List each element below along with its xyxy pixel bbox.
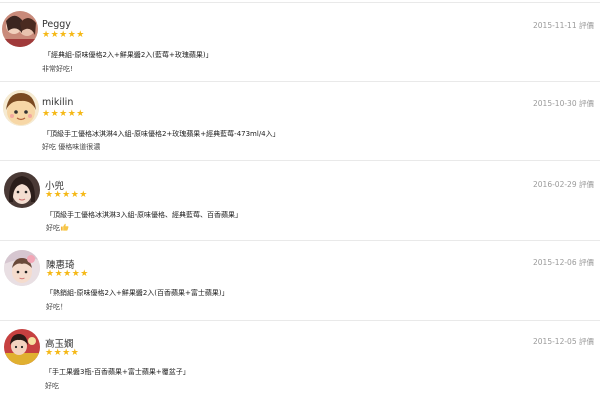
rating-stars: ★★★★★ xyxy=(42,30,85,40)
avatar[interactable] xyxy=(4,329,40,365)
review-comment-row: 好吃 xyxy=(46,223,69,233)
rating-stars: ★★★★★ xyxy=(45,190,88,200)
review-date: 2015-10-30 評價 xyxy=(533,99,594,108)
rating-stars: ★★★★ xyxy=(45,348,80,358)
review-comment: 好吃 xyxy=(45,382,59,390)
review-date: 2015-12-05 評價 xyxy=(533,337,594,346)
thumbs-up-icon xyxy=(60,223,69,231)
rating-stars: ★★★★★ xyxy=(46,269,89,279)
review-item: 高玉嫺 ★★★★ 2015-12-05 評價 「手工果醬3瓶-百香蘋果+富士蘋果… xyxy=(0,320,600,399)
review-date: 2015-11-11 評價 xyxy=(533,21,594,30)
review-item: 陳惠琦 ★★★★★ 2015-12-06 評價 「熱銷組-原味優格2入+鮮果醬2… xyxy=(0,240,600,319)
reviewer-name: mikilin xyxy=(42,97,74,108)
review-comment: 好吃 xyxy=(46,224,60,232)
product-name: 「手工果醬3瓶-百香蘋果+富士蘋果+覆盆子」 xyxy=(45,368,190,376)
reviewer-name: Peggy xyxy=(42,19,71,30)
rating-stars: ★★★★★ xyxy=(42,109,85,119)
review-item: Peggy ★★★★★ 2015-11-11 評價 「經典組-原味優格2入+鮮果… xyxy=(0,2,600,81)
review-item: mikilin ★★★★★ 2015-10-30 評價 「頂級手工優格冰淇淋4入… xyxy=(0,81,600,160)
review-date: 2016-02-29 評價 xyxy=(533,180,594,189)
avatar[interactable] xyxy=(4,172,40,208)
avatar[interactable] xyxy=(3,90,39,126)
product-name: 「經典組-原味優格2入+鮮果醬2入(藍莓+玫瑰蘋果)」 xyxy=(44,51,213,59)
product-name: 「熱銷組-原味優格2入+鮮果醬2入(百香蘋果+富士蘋果)」 xyxy=(46,289,229,297)
review-comment: 非常好吃! xyxy=(42,65,73,73)
avatar[interactable] xyxy=(4,250,40,286)
product-name: 「頂級手工優格冰淇淋3入組-原味優格、經典藍莓、百香蘋果」 xyxy=(46,211,242,219)
avatar[interactable] xyxy=(2,11,38,47)
review-item: 小兜 ★★★★★ 2016-02-29 評價 「頂級手工優格冰淇淋3入組-原味優… xyxy=(0,160,600,239)
review-date: 2015-12-06 評價 xyxy=(533,258,594,267)
review-comment: 好吃！ xyxy=(46,303,67,311)
product-name: 「頂級手工優格冰淇淋4入組-原味優格2+玫瑰蘋果+經典藍莓-473ml/4入」 xyxy=(43,130,280,138)
review-comment: 好吃 優格味道很濃 xyxy=(42,143,101,151)
